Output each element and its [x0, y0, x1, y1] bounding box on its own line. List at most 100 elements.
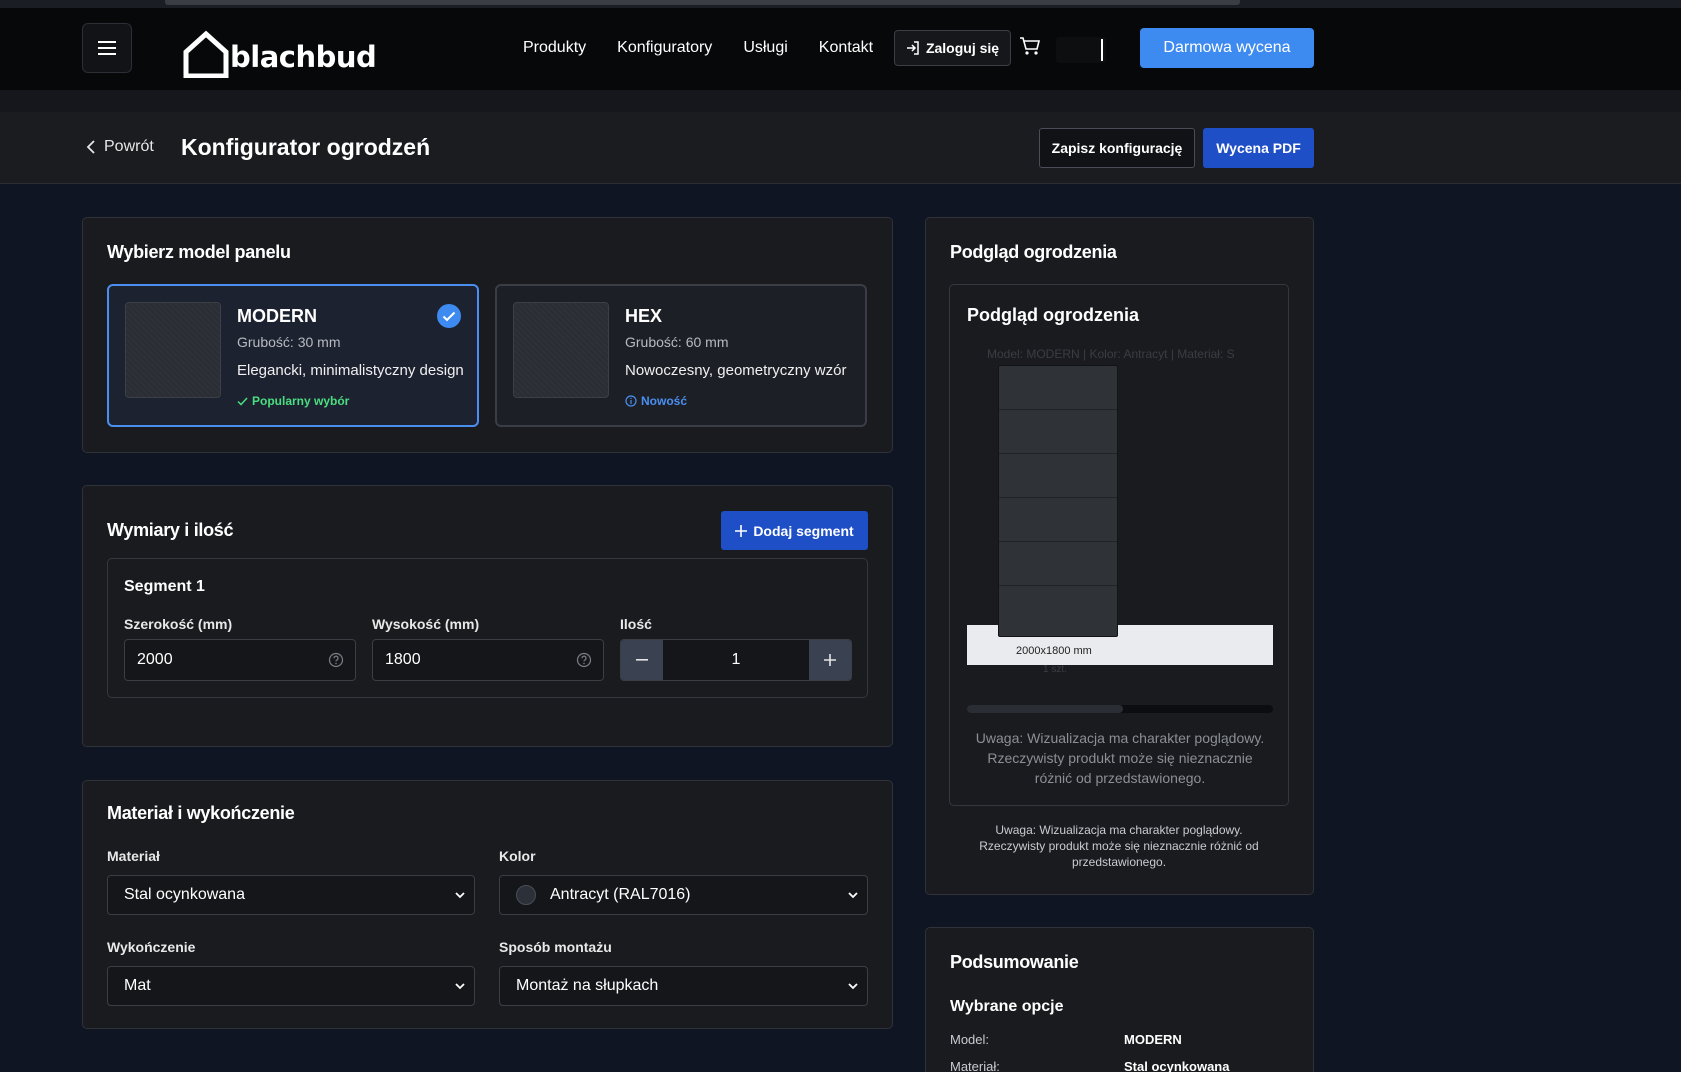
increment-button[interactable]: [809, 640, 851, 680]
summary-label-material: Materiał:: [950, 1059, 1000, 1072]
fence-preview-panel: Podgląd ogrodzenia Model: MODERN | Kolor…: [949, 284, 1289, 806]
width-label: Szerokość (mm): [124, 616, 233, 632]
check-icon: [237, 396, 248, 406]
selected-check-icon: [437, 304, 461, 328]
dimension-label: 2000x1800 mm: [1016, 645, 1092, 657]
width-input[interactable]: 2000: [124, 639, 356, 681]
badge-label: Nowość: [641, 394, 688, 408]
color-value: Antracyt (RAL7016): [550, 886, 691, 903]
fence-slat: [999, 586, 1117, 630]
quantity-label: Ilość: [620, 616, 652, 632]
fence-slat: [999, 542, 1117, 586]
fence-slat: [999, 498, 1117, 542]
scrollbar-thumb[interactable]: [967, 705, 1123, 713]
save-config-button[interactable]: Zapisz konfigurację: [1039, 128, 1195, 168]
help-icon[interactable]: [328, 652, 344, 668]
fence-slat: [999, 454, 1117, 498]
cart-button[interactable]: [1019, 36, 1041, 61]
page-header: Powrót Konfigurator ogrodzeń Zapisz konf…: [0, 112, 1681, 184]
plus-icon: [824, 654, 836, 666]
quantity-input[interactable]: 1: [663, 640, 809, 680]
top-navbar: blachbud Produkty Konfiguratory Usługi K…: [0, 8, 1681, 90]
nav-spacer: [0, 90, 1681, 112]
quantity-caption: 1 szt.: [1043, 664, 1067, 675]
logo-text: blachbud: [230, 40, 377, 74]
material-label: Materiał: [107, 848, 160, 864]
nav-link-konfiguratory[interactable]: Konfiguratory: [617, 38, 712, 58]
preview-note: Uwaga: Wizualizacja ma charakter poglądo…: [975, 730, 1265, 786]
preview-scrollbar[interactable]: [967, 705, 1273, 713]
material-card: Materiał i wykończenie Materiał Stal ocy…: [82, 780, 893, 1029]
help-icon[interactable]: [576, 652, 592, 668]
material-title: Materiał i wykończenie: [107, 803, 295, 823]
chevron-left-icon: [86, 140, 95, 154]
decrement-button[interactable]: [621, 640, 663, 680]
panel-option-description: Elegancki, minimalistyczny design: [237, 362, 464, 379]
free-quote-button[interactable]: Darmowa wycena: [1140, 28, 1314, 68]
login-button[interactable]: Zaloguj się: [894, 30, 1011, 66]
fence-slat: [999, 366, 1117, 410]
summary-label-model: Model:: [950, 1032, 990, 1047]
summary-title: Podsumowanie: [950, 952, 1079, 972]
panel-option-name: HEX: [625, 306, 663, 326]
logo[interactable]: blachbud: [182, 22, 377, 78]
badge-label: Popularny wybór: [252, 394, 350, 408]
back-link[interactable]: Powrót: [86, 138, 154, 156]
material-value: Stal ocynkowana: [124, 886, 245, 903]
page-title: Konfigurator ogrodzeń: [181, 134, 431, 160]
panel-thumbnail: [513, 302, 609, 398]
summary-card: Podsumowanie Wybrane opcje Model: MODERN…: [925, 927, 1314, 1072]
panel-option-hex[interactable]: HEX Grubość: 60 mm Nowoczesny, geometryc…: [495, 284, 867, 427]
panel-model-title: Wybierz model panelu: [107, 242, 291, 262]
new-badge: Nowość: [625, 394, 687, 408]
chevron-down-icon: [455, 892, 465, 899]
segment-title: Segment 1: [124, 578, 205, 595]
height-input[interactable]: 1800: [372, 639, 604, 681]
nav-links: Produkty Konfiguratory Usługi Kontakt: [523, 38, 904, 58]
height-value: 1800: [385, 651, 421, 668]
add-segment-button[interactable]: Dodaj segment: [721, 511, 868, 550]
summary-value-model: MODERN: [1124, 1032, 1182, 1047]
color-select[interactable]: Antracyt (RAL7016): [499, 875, 868, 915]
panel-thumbnail: [125, 302, 221, 398]
panel-option-name: MODERN: [237, 306, 317, 326]
chevron-down-icon: [455, 983, 465, 990]
dimensions-title: Wymiary i ilość: [107, 520, 234, 540]
text-cursor: [1101, 39, 1103, 61]
hamburger-icon: [98, 41, 116, 55]
color-label: Kolor: [499, 848, 536, 864]
account-indicator[interactable]: [1056, 37, 1106, 63]
login-label: Zaloguj się: [925, 40, 1000, 56]
login-icon: [906, 41, 919, 55]
panel-option-modern[interactable]: MODERN Grubość: 30 mm Elegancki, minimal…: [107, 284, 479, 427]
plus-icon: [735, 524, 748, 537]
segment-card: Segment 1 Szerokość (mm) 2000 Wysokość (…: [107, 558, 868, 698]
back-label: Powrót: [104, 138, 154, 155]
preview-inner-title: Podgląd ogrodzenia: [967, 305, 1140, 325]
browser-top-strip: [0, 0, 1681, 8]
material-select[interactable]: Stal ocynkowana: [107, 875, 475, 915]
panel-option-thickness: Grubość: 60 mm: [625, 334, 729, 350]
panel-model-card: Wybierz model panelu MODERN Grubość: 30 …: [82, 217, 893, 453]
preview-caption: Model: MODERN | Kolor: Antracyt | Materi…: [987, 347, 1235, 361]
chevron-down-icon: [848, 892, 858, 899]
nav-link-uslugi[interactable]: Usługi: [743, 38, 787, 58]
popular-badge: Popularny wybór: [237, 394, 349, 408]
fence-panel-visual: [998, 365, 1118, 637]
chevron-down-icon: [848, 983, 858, 990]
fence-slat: [999, 410, 1117, 454]
pdf-quote-button[interactable]: Wycena PDF: [1203, 128, 1314, 168]
quantity-stepper: 1: [620, 639, 852, 681]
color-swatch: [516, 885, 536, 905]
nav-link-kontakt[interactable]: Kontakt: [819, 38, 873, 58]
summary-value-material: Stal ocynkowana: [1124, 1059, 1230, 1072]
mount-select[interactable]: Montaż na słupkach: [499, 966, 868, 1006]
preview-disclaimer: Uwaga: Wizualizacja ma charakter poglądo…: [979, 823, 1259, 869]
menu-button[interactable]: [82, 23, 132, 73]
nav-link-produkty[interactable]: Produkty: [523, 38, 586, 58]
summary-subtitle: Wybrane opcje: [950, 998, 1064, 1015]
width-value: 2000: [137, 651, 173, 668]
cart-icon: [1020, 37, 1041, 55]
finish-select[interactable]: Mat: [107, 966, 475, 1006]
mount-label: Sposób montażu: [499, 939, 612, 955]
